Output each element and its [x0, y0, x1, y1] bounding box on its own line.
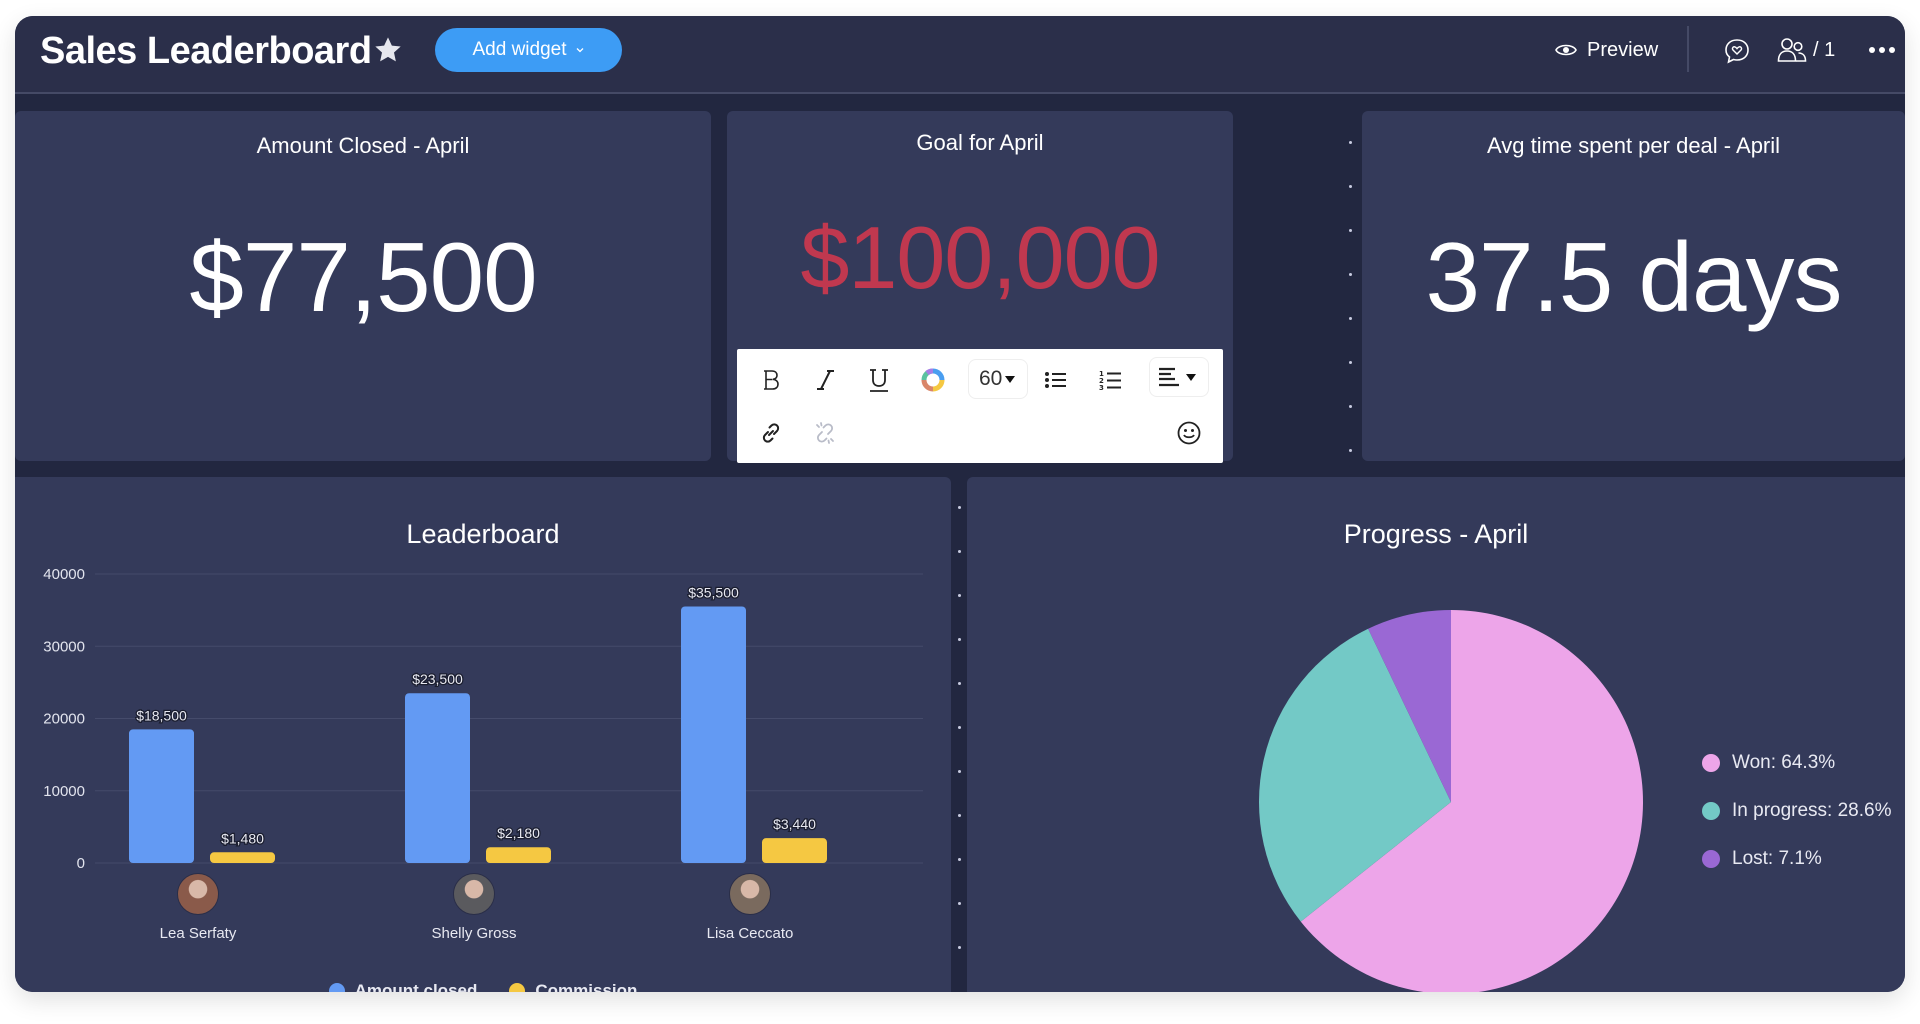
avg-time-value: 37.5 days — [1425, 222, 1843, 332]
bar-value-label: $2,180 — [497, 825, 540, 841]
text-formatting-toolbar: 60 1 2 3 — [737, 349, 1223, 463]
bar-value-label: $35,500 — [688, 585, 739, 601]
avatar[interactable] — [453, 873, 495, 915]
legend-label: In progress: 28.6% — [1732, 800, 1892, 821]
numbered-list-icon: 1 2 3 — [1099, 370, 1121, 391]
legend-dot — [1702, 850, 1720, 868]
legend-dot — [1702, 754, 1720, 772]
leaderboard-widget: Leaderboard 0 10000 20000 30000 40000 $18,500… — [15, 477, 951, 992]
underline-button[interactable] — [859, 360, 899, 400]
bold-button[interactable] — [751, 360, 791, 400]
members-count: / 1 — [1813, 38, 1836, 61]
widget-title: Amount Closed - April — [256, 133, 470, 158]
bar-value-label: $3,440 — [773, 816, 816, 832]
legend-label: Lost: 7.1% — [1732, 848, 1822, 869]
link-icon — [762, 423, 780, 443]
progress-widget: Progress - April Won: 64.3% In progress:… — [967, 477, 1905, 992]
star-icon[interactable] — [372, 34, 404, 66]
person-name: Lea Serfaty — [159, 925, 237, 942]
chevron-down-icon — [576, 48, 583, 53]
preview-label: Preview — [1587, 38, 1659, 61]
y-tick-label: 0 — [77, 855, 85, 872]
person-label: Lisa Ceccato — [680, 873, 820, 942]
people-icon — [1777, 38, 1807, 62]
y-tick-label: 10000 — [43, 783, 85, 800]
person-label: Shelly Gross — [404, 873, 544, 942]
bar-commission[interactable] — [762, 838, 827, 863]
unlink-icon — [816, 422, 834, 444]
link-button[interactable] — [751, 413, 791, 453]
legend-label: Amount closed — [354, 981, 478, 992]
header-divider — [1687, 26, 1689, 72]
preview-button[interactable]: Preview — [1555, 28, 1658, 72]
caret-down-icon — [1005, 375, 1015, 383]
svg-text:3: 3 — [1099, 384, 1104, 391]
avatar[interactable] — [177, 873, 219, 915]
legend-item-lost[interactable]: Lost: 7.1% — [1702, 835, 1891, 883]
goal-widget: Goal for April $100,000 60 1 2 3 — [727, 111, 1233, 463]
legend-item-in-progress[interactable]: In progress: 28.6% — [1702, 787, 1891, 835]
bulleted-list-icon — [1045, 372, 1066, 388]
legend-item-amount-closed[interactable]: Amount closed — [328, 981, 478, 992]
add-widget-button[interactable]: Add widget — [435, 28, 622, 72]
progress-pie-chart — [1259, 610, 1643, 992]
legend-dot — [509, 983, 526, 992]
bar-commission[interactable] — [210, 852, 275, 863]
bar-amount-closed[interactable] — [681, 606, 746, 863]
eye-icon — [1555, 44, 1577, 56]
person-label: Lea Serfaty — [128, 873, 268, 942]
bar-amount-closed[interactable] — [405, 693, 470, 863]
resize-handle[interactable] — [958, 506, 962, 986]
bar-value-label: $23,500 — [412, 671, 463, 687]
board-members-button[interactable]: / 1 — [1777, 28, 1835, 72]
emoji-button[interactable] — [1169, 413, 1209, 453]
font-size-value: 60 — [979, 367, 1003, 390]
legend-dot — [1702, 802, 1720, 820]
legend-label: Commission — [535, 981, 638, 992]
add-widget-label: Add widget — [472, 39, 567, 60]
bar-value-label: $1,480 — [221, 830, 264, 846]
smiley-icon — [1177, 421, 1201, 445]
resize-handle[interactable] — [1349, 141, 1353, 461]
legend-dot — [328, 983, 345, 992]
pie-chart-legend: Won: 64.3% In progress: 28.6% Lost: 7.1% — [1702, 739, 1891, 883]
dashboard-header: Sales Leaderboard Add widget Preview / 1 — [15, 16, 1905, 94]
caret-down-icon — [1186, 373, 1196, 381]
goal-value[interactable]: $100,000 — [727, 207, 1233, 309]
y-tick-label: 30000 — [43, 638, 85, 655]
font-size-select[interactable]: 60 — [968, 359, 1028, 399]
avg-time-widget: Avg time spent per deal - April 37.5 day… — [1362, 111, 1905, 461]
avatar[interactable] — [729, 873, 771, 915]
align-left-icon — [1159, 367, 1179, 387]
more-options-icon[interactable] — [1867, 40, 1897, 60]
person-name: Shelly Gross — [431, 925, 517, 942]
dashboard-title: Sales Leaderboard — [40, 30, 372, 72]
legend-item-won[interactable]: Won: 64.3% — [1702, 739, 1891, 787]
bold-icon — [764, 370, 779, 390]
y-tick-label: 40000 — [43, 566, 85, 583]
person-name: Lisa Ceccato — [706, 925, 794, 942]
bar-amount-closed[interactable] — [129, 729, 194, 863]
unlink-button[interactable] — [805, 413, 845, 453]
y-tick-label: 20000 — [43, 711, 85, 728]
bar-chart-legend: Amount closed Commission — [15, 981, 951, 992]
heart-chat-icon[interactable] — [1722, 36, 1752, 66]
italic-icon — [817, 370, 834, 390]
text-color-button[interactable] — [913, 360, 953, 400]
amount-closed-widget: Amount Closed - April $77,500 — [15, 111, 711, 461]
widget-title: Avg time spent per deal - April — [1486, 133, 1781, 158]
bar-commission[interactable] — [486, 847, 551, 863]
bulleted-list-button[interactable] — [1036, 360, 1076, 400]
italic-button[interactable] — [805, 360, 845, 400]
widget-title: Goal for April — [916, 130, 1044, 155]
dashboard-app: Sales Leaderboard Add widget Preview / 1… — [15, 16, 1905, 992]
align-select[interactable] — [1149, 357, 1209, 397]
color-wheel-icon — [921, 368, 945, 392]
amount-closed-value: $77,500 — [189, 222, 537, 332]
legend-item-commission[interactable]: Commission — [509, 981, 637, 992]
underline-icon — [870, 369, 888, 392]
bar-value-label: $18,500 — [136, 707, 187, 723]
legend-label: Won: 64.3% — [1732, 752, 1836, 773]
numbered-list-button[interactable]: 1 2 3 — [1091, 360, 1131, 400]
